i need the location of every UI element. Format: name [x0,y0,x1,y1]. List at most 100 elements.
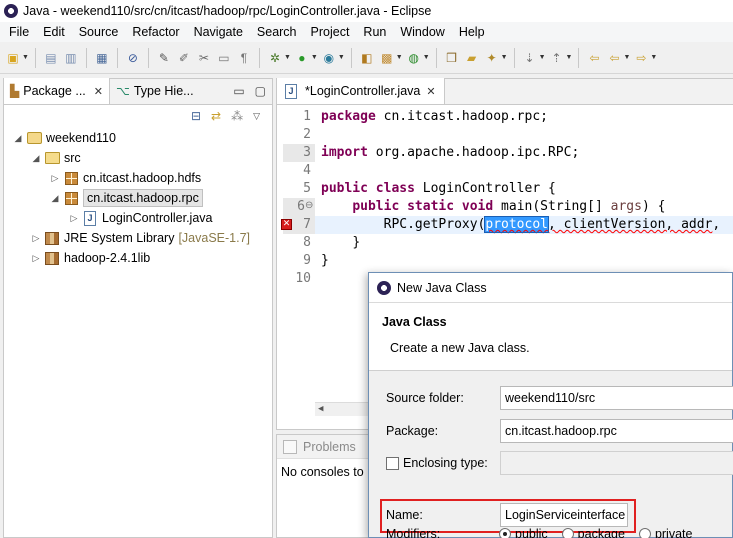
tree-item-hadoop-lib[interactable]: ▷ hadoop-2.4.1lib [30,248,151,268]
prev-annotation-icon[interactable]: ⇡ [548,49,566,67]
prev-annotation-dropdown-icon[interactable]: ▼ [566,54,573,61]
brush-icon[interactable]: ✐ [175,49,193,67]
menu-project[interactable]: Project [304,22,357,42]
back-icon[interactable]: ⇦ [605,49,623,67]
editor-tabbar: J *LoginController.java ✕ [277,78,733,105]
edit-icon[interactable]: ✎ [155,49,173,67]
tab-logincontroller[interactable]: J *LoginController.java ✕ [277,78,445,104]
tree-item-jre-library[interactable]: ▷ JRE System Library [JavaSE-1.7] [30,228,251,248]
menu-window[interactable]: Window [393,22,451,42]
code-text: cn.itcast.hadoop.rpc; [375,109,548,124]
tool-icon[interactable]: ✂ [195,49,213,67]
scroll-left-icon[interactable]: ◀ [318,404,323,414]
line-number: 6 [297,199,305,214]
menu-run[interactable]: Run [356,22,393,42]
new-dropdown-icon[interactable]: ▼ [22,54,29,61]
package-icon [63,170,79,186]
main-toolbar: ▣ ▼ ▤ ▥ ▦ ⊘ ✎ ✐ ✂ ▭ ¶ ✲ ▼ ● ▼ ◉ ▼ ◧ ▩ ▼ ◍ ▼ ❒ … [0,42,733,74]
tree-item-src[interactable]: ◢ src [30,148,81,168]
error-marker-icon[interactable]: ✕ [281,219,292,230]
new-class-dropdown-icon[interactable]: ▼ [423,54,430,61]
expand-arrow-icon[interactable]: ▷ [68,213,80,224]
dialog-title: New Java Class [397,280,487,295]
menu-navigate[interactable]: Navigate [187,22,250,42]
collapse-arrow-icon[interactable]: ◢ [12,133,24,144]
modifier-package-radio[interactable] [561,528,574,538]
coverage-dropdown-icon[interactable]: ▼ [338,54,345,61]
link-with-editor-icon[interactable]: ⇄ [211,109,221,123]
menu-source[interactable]: Source [72,22,126,42]
modifier-private-radio[interactable] [638,528,651,538]
debug-icon[interactable]: ✲ [266,49,284,67]
run-icon[interactable]: ● [293,49,311,67]
new-icon[interactable]: ▣ [4,49,22,67]
code-line-8: } [321,234,360,252]
modifier-public-radio[interactable] [499,528,511,538]
save-all-icon[interactable]: ▥ [62,49,80,67]
document-icon[interactable]: ▭ [215,49,233,67]
new-package-dropdown-icon[interactable]: ▼ [396,54,403,61]
expand-arrow-icon[interactable]: ▷ [49,173,61,184]
fold-toggle-icon[interactable]: ⊖ [305,200,313,211]
package-label: Package: [386,424,439,438]
menu-file[interactable]: File [2,22,36,42]
search-dropdown-icon[interactable]: ▼ [501,54,508,61]
next-annotation-icon[interactable]: ⇣ [521,49,539,67]
left-panel-tabbar: ▙ Package ... ✕ ⌥ Type Hie... ▭ ▢ [4,78,272,105]
code-keyword: public [352,199,400,214]
selected-word-protocol[interactable]: protocol [484,216,549,233]
open-folder-icon[interactable]: ▰ [463,49,481,67]
filters-icon[interactable]: ⁂ [231,109,243,123]
menu-bar: File Edit Source Refactor Navigate Searc… [0,22,733,42]
package-input[interactable]: cn.itcast.hadoop.rpc [500,419,733,443]
enclosing-type-input[interactable] [500,451,733,475]
menu-refactor[interactable]: Refactor [125,22,186,42]
print-icon[interactable]: ▦ [93,49,111,67]
close-icon[interactable]: ✕ [426,85,435,98]
tab-package-explorer[interactable]: ▙ Package ... ✕ [4,78,110,104]
run-dropdown-icon[interactable]: ▼ [311,54,318,61]
menu-edit[interactable]: Edit [36,22,72,42]
new-package-icon[interactable]: ▩ [378,49,396,67]
tree-item-rpc-package[interactable]: ◢ cn.itcast.hadoop.rpc [49,188,203,208]
next-annotation-dropdown-icon[interactable]: ▼ [539,54,546,61]
close-icon[interactable]: ✕ [94,85,103,98]
debug-dropdown-icon[interactable]: ▼ [284,54,291,61]
collapse-arrow-icon[interactable]: ◢ [49,193,61,204]
problems-icon [283,439,297,454]
view-menu-icon[interactable]: ▽ [253,111,260,122]
menu-search[interactable]: Search [250,22,304,42]
code-text: addr [681,217,713,232]
tree-item-weekend110[interactable]: ◢ weekend110 [12,128,116,148]
maximize-icon[interactable]: ▢ [255,84,266,98]
expand-arrow-icon[interactable]: ▷ [30,233,42,244]
open-type-icon[interactable]: ❒ [443,49,461,67]
collapse-arrow-icon[interactable]: ◢ [30,153,42,164]
minimize-icon[interactable]: ▭ [233,84,244,98]
search-icon[interactable]: ✦ [483,49,501,67]
forward-icon[interactable]: ⇨ [632,49,650,67]
code-text: org.apache.hadoop.ipc.RPC; [367,145,580,160]
tab-type-hierarchy[interactable]: ⌥ Type Hie... [110,78,200,104]
tree-item-logincontroller[interactable]: ▷ J LoginController.java [68,208,213,228]
tree-item-hdfs-package[interactable]: ▷ cn.itcast.hadoop.hdfs [49,168,202,188]
enclosing-type-checkbox[interactable] [386,456,399,470]
save-icon[interactable]: ▤ [42,49,60,67]
forward-dropdown-icon[interactable]: ▼ [650,54,657,61]
source-folder-input[interactable]: weekend110/src [500,386,733,410]
paragraph-icon[interactable]: ¶ [235,49,253,67]
code-text: LoginController { [414,181,556,196]
back-dropdown-icon[interactable]: ▼ [623,54,630,61]
expand-arrow-icon[interactable]: ▷ [30,253,42,264]
toolbar-separator [578,47,580,68]
package-value: cn.itcast.hadoop.rpc [505,424,617,438]
skip-breakpoints-icon[interactable]: ⊘ [124,49,142,67]
collapse-all-icon[interactable]: ⊟ [191,109,201,123]
code-keyword: void [461,199,494,214]
coverage-icon[interactable]: ◉ [320,49,338,67]
toolbar-separator [85,47,87,68]
new-java-project-icon[interactable]: ◧ [358,49,376,67]
last-edit-icon[interactable]: ⇦ [585,49,603,67]
menu-help[interactable]: Help [452,22,492,42]
new-class-icon[interactable]: ◍ [405,49,423,67]
